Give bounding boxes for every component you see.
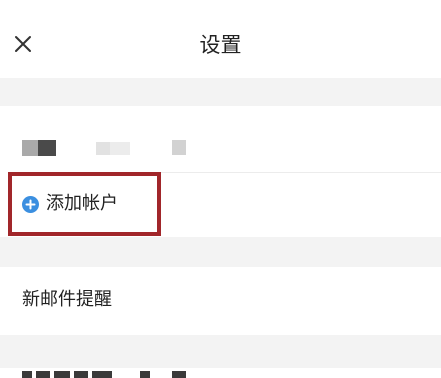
new-mail-reminder-label[interactable]: 新邮件提醒 [22,288,112,312]
add-account-button[interactable]: 添加帐户 [10,172,160,236]
account-row[interactable] [0,106,441,172]
header-bar: 设置 [0,0,441,78]
page-title: 设置 [199,33,242,57]
plus-circle-icon [22,196,39,213]
section-gap [0,237,441,267]
section-gap [0,78,441,106]
cut-off-row-text [0,368,441,378]
add-account-label: 添加帐户 [46,193,118,214]
section-gap [0,335,441,368]
